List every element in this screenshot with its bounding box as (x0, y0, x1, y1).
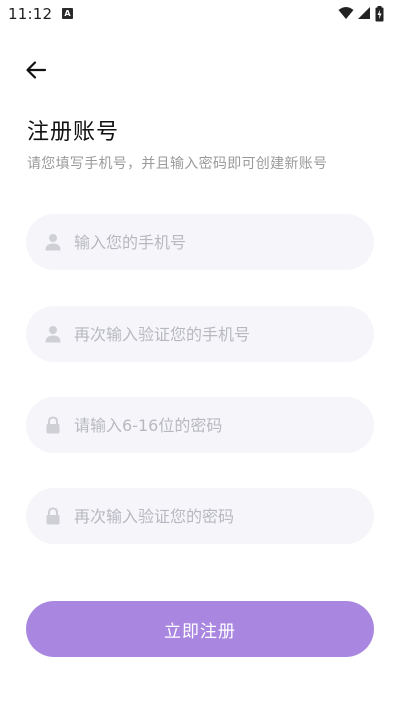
status-time: 11:12 (8, 5, 53, 23)
phone-confirm-field (26, 306, 374, 362)
signal-icon (358, 7, 370, 19)
password-input[interactable] (74, 397, 354, 453)
lock-icon (46, 507, 60, 525)
register-button[interactable]: 立即注册 (26, 601, 374, 657)
phone-field (26, 214, 374, 270)
password-field (26, 397, 374, 453)
status-icons (338, 6, 392, 22)
status-bar: 11:12 A (0, 0, 400, 28)
wifi-icon (338, 7, 354, 19)
password-confirm-field (26, 488, 374, 544)
phone-confirm-input[interactable] (74, 306, 354, 362)
phone-input[interactable] (74, 214, 354, 270)
arrow-left-icon (26, 61, 47, 79)
user-icon (45, 234, 61, 251)
lock-icon (46, 416, 60, 434)
password-confirm-input[interactable] (74, 488, 354, 544)
register-screen: 11:12 A 注册账号 请您填写手机号，并且输入密码即可创建新账号 输入您的手… (0, 0, 400, 711)
back-button[interactable] (22, 56, 50, 84)
page-subtitle: 请您填写手机号，并且输入密码即可创建新账号 (27, 156, 328, 172)
page-title: 注册账号 (27, 120, 120, 145)
user-icon (45, 326, 61, 343)
battery-charging-icon (375, 6, 384, 22)
a-icon: A (62, 8, 73, 19)
